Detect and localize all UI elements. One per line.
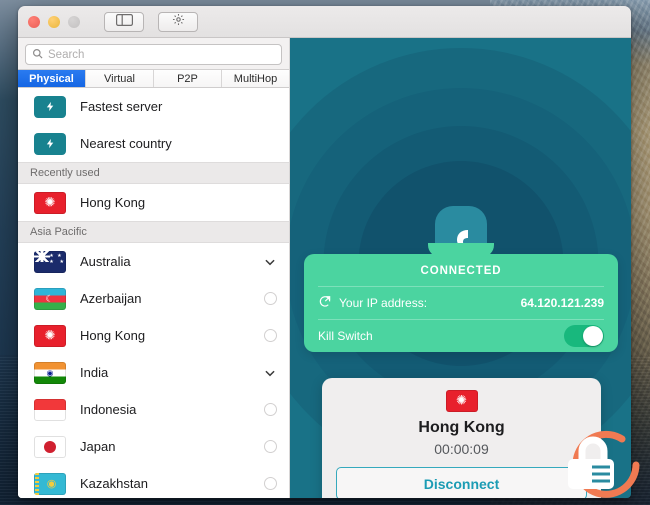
section-header-asia-pacific: Asia Pacific: [18, 221, 289, 243]
window-titlebar: [18, 6, 631, 38]
chevron-down-icon[interactable]: [263, 255, 277, 269]
current-location-name: Hong Kong: [418, 419, 505, 436]
sidebar-toggle-button[interactable]: [104, 11, 144, 32]
list-item-fastest-server[interactable]: Fastest server: [18, 88, 289, 125]
list-item-label: Hong Kong: [80, 195, 146, 210]
list-item-hong-kong-recent[interactable]: Hong Kong: [18, 184, 289, 221]
flag-icon-kz: [34, 472, 66, 495]
kill-switch-row: Kill Switch: [318, 319, 604, 352]
list-item-indonesia[interactable]: Indonesia: [18, 391, 289, 428]
server-list[interactable]: Fastest server Nearest country Recently …: [18, 88, 289, 498]
kill-switch-toggle[interactable]: [564, 325, 604, 347]
kill-switch-label: Kill Switch: [318, 329, 373, 343]
list-item-hong-kong[interactable]: Hong Kong: [18, 317, 289, 354]
connect-radio[interactable]: [264, 477, 277, 490]
app-window: Search Physical Virtual P2P MultiHop Fas…: [18, 6, 631, 498]
ip-address-row: Your IP address: 64.120.121.239: [318, 286, 604, 319]
flag-icon-jp: [34, 435, 66, 458]
close-button[interactable]: [28, 15, 40, 28]
list-item-australia[interactable]: Australia: [18, 243, 289, 280]
flag-icon-hk: [34, 324, 66, 347]
flag-icon-hk: [445, 390, 478, 412]
settings-button[interactable]: [158, 11, 198, 32]
search-input[interactable]: Search: [25, 44, 282, 65]
vpn-status-panel: CONNECTED Your IP address: 64.120.121.23…: [290, 38, 631, 498]
connect-radio[interactable]: [264, 403, 277, 416]
refresh-icon[interactable]: [318, 295, 332, 312]
flag-icon-id: [34, 398, 66, 421]
connect-radio[interactable]: [264, 329, 277, 342]
flag-icon-au: [34, 250, 66, 273]
connect-radio[interactable]: [264, 440, 277, 453]
list-item-kazakhstan[interactable]: Kazakhstan: [18, 465, 289, 498]
list-item-label: Japan: [80, 439, 116, 454]
current-location-card: Hong Kong 00:00:09 Disconnect: [322, 378, 601, 498]
gear-icon: [172, 13, 185, 31]
tab-virtual[interactable]: Virtual: [86, 70, 154, 87]
list-item-label: Kazakhstan: [80, 476, 148, 491]
filter-tabs: Physical Virtual P2P MultiHop: [18, 69, 289, 88]
search-icon: [32, 46, 43, 64]
bolt-icon: [34, 95, 66, 118]
ip-address-value: 64.120.121.239: [520, 296, 604, 310]
list-item-label: Azerbaijan: [80, 291, 142, 306]
toggle-knob: [583, 326, 603, 346]
list-item-india[interactable]: India: [18, 354, 289, 391]
zoom-button[interactable]: [68, 15, 80, 28]
flag-icon-in: [34, 361, 66, 384]
connection-status-card: CONNECTED Your IP address: 64.120.121.23…: [304, 243, 618, 352]
list-item-label: Nearest country: [80, 136, 172, 151]
tab-p2p[interactable]: P2P: [154, 70, 222, 87]
list-item-nearest-country[interactable]: Nearest country: [18, 125, 289, 162]
flag-icon-hk: [34, 191, 66, 214]
list-item-japan[interactable]: Japan: [18, 428, 289, 465]
card-notch: [428, 243, 494, 257]
connection-status-title: CONNECTED: [420, 265, 502, 277]
sidebar-toggle-icon: [115, 13, 133, 31]
list-item-label: Fastest server: [80, 99, 163, 114]
list-item-azerbaijan[interactable]: Azerbaijan: [18, 280, 289, 317]
chevron-down-icon[interactable]: [263, 366, 277, 380]
list-item-label: India: [80, 365, 109, 380]
connect-radio[interactable]: [264, 292, 277, 305]
search-bar-container: Search: [18, 38, 289, 69]
minimize-button[interactable]: [48, 15, 60, 28]
bolt-icon: [34, 132, 66, 155]
section-header-recently-used: Recently used: [18, 162, 289, 184]
window-traffic-lights: [28, 15, 80, 28]
list-item-label: Hong Kong: [80, 328, 146, 343]
disconnect-button[interactable]: Disconnect: [336, 467, 587, 498]
ip-address-label: Your IP address:: [339, 296, 428, 310]
list-item-label: Australia: [80, 254, 131, 269]
search-placeholder: Search: [48, 48, 85, 61]
tab-multihop[interactable]: MultiHop: [222, 70, 289, 87]
session-timer: 00:00:09: [434, 441, 489, 457]
list-item-label: Indonesia: [80, 402, 137, 417]
tab-physical[interactable]: Physical: [18, 70, 86, 87]
flag-icon-az: [34, 287, 66, 310]
server-list-sidebar: Search Physical Virtual P2P MultiHop Fas…: [18, 38, 290, 498]
